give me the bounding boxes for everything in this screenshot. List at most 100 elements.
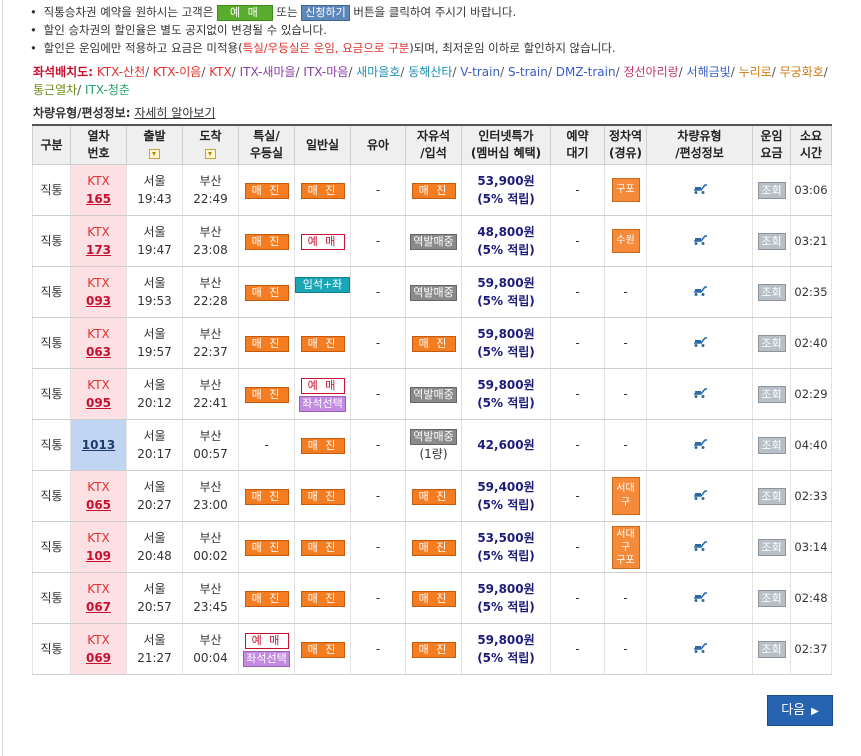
fare-lookup-button[interactable]: 조회 [757,488,786,505]
seat-layout-link[interactable]: ITX-청춘 [85,83,130,97]
cell-train-no: KTX 069 [70,623,127,675]
train-number-link[interactable]: 165 [86,192,111,206]
seat-layout-link[interactable]: 통근열차 [33,83,77,97]
seat-layout-link[interactable]: 동해산타 [408,65,452,79]
cell-car-type [646,623,753,675]
waitlist-text: - [575,591,580,605]
seat-layout-link[interactable]: 새마을호 [356,65,400,79]
fare-lookup-button[interactable]: 조회 [757,284,786,301]
cell-depart: 서울 20:48 [126,521,183,573]
stop-station-button[interactable]: 서대구 구포 [611,525,640,569]
cell-special: 매 진 [238,317,295,369]
sort-icon[interactable] [205,148,216,159]
cell-car-type [646,572,753,624]
depart-time-text: 21:27 [137,651,172,665]
train-brand-text: KTX [87,327,110,341]
train-number-link[interactable]: 173 [86,243,111,257]
seat-layout-link[interactable]: KTX-이음 [153,65,201,79]
train-type-text: 직통 [40,336,63,350]
train-car-icon[interactable] [692,589,708,603]
reserve-sample-button[interactable]: 예 매 [216,4,273,21]
cell-fare: 조회 [752,164,791,216]
cell-arrive: 부산 23:00 [182,470,239,522]
train-car-icon[interactable] [692,436,708,450]
stop-station-button[interactable]: 서대구 [611,477,640,515]
train-number-link[interactable]: 063 [86,345,111,359]
train-brand-text: KTX [87,582,110,596]
sold-out-badge: 매 진 [300,489,345,505]
cell-train-no: KTX 063 [70,317,127,369]
fare-lookup-button[interactable]: 조회 [757,233,786,250]
seat-layout-link[interactable]: 무궁화호 [780,65,824,79]
reserve-button[interactable]: 예 매 [300,378,345,394]
seat-layout-link[interactable]: ITX-마음 [303,65,348,79]
sort-icon[interactable] [149,148,160,159]
apply-sample-button[interactable]: 신청하기 [301,4,350,21]
header-stops: 정차역 (경유) [604,124,647,165]
seat-layout-link[interactable]: ITX-새마을 [240,65,296,79]
train-number-link[interactable]: 069 [86,651,111,665]
infant-text: - [375,387,381,401]
train-car-icon[interactable] [692,385,708,399]
depart-time-text: 20:48 [137,549,172,563]
fare-lookup-button[interactable]: 조회 [757,641,786,658]
cell-special: 매 진 [238,215,295,267]
cell-train-no: KTX 065 [70,470,127,522]
fare-lookup-button[interactable]: 조회 [757,539,786,556]
fare-lookup-button[interactable]: 조회 [757,335,786,352]
depart-time-text: 19:43 [137,192,172,206]
car-info-more-link[interactable]: 자세히 알아보기 [134,106,215,120]
cell-car-type [646,266,753,318]
stop-station-button[interactable]: 수원 [611,229,640,253]
cell-arrive: 부산 00:02 [182,521,239,573]
cell-waitlist: - [550,368,605,420]
standing-seat-button[interactable]: 입석+좌석 [295,277,350,305]
fare-lookup-button[interactable]: 조회 [757,437,786,454]
train-type-text: 직통 [40,285,63,299]
seat-layout-link[interactable]: DMZ-train [556,65,616,79]
seat-layout-link[interactable]: V-train [460,65,500,79]
train-car-icon[interactable] [692,640,708,654]
cell-general: 매 진 [294,419,351,471]
seat-layout-link[interactable]: S-train [508,65,548,79]
reserve-button[interactable]: 예 매 [300,234,345,250]
cell-car-type [646,470,753,522]
waitlist-text: - [575,489,580,503]
train-number-link[interactable]: 1013 [82,438,115,452]
seat-layout-link[interactable]: 누리로 [739,65,772,79]
train-car-icon[interactable] [692,538,708,552]
train-number-link[interactable]: 065 [86,498,111,512]
stop-station-button[interactable]: 구포 [611,178,640,202]
reserve-button[interactable]: 예 매 [244,633,289,649]
fare-lookup-button[interactable]: 조회 [757,590,786,607]
seat-layout-link[interactable]: KTX [209,65,232,79]
table-row: 직통 KTX 173 서울 19:47 부산 23:08 매 진예 매 - 역발매중 48,800원… [32,215,832,267]
train-number-link[interactable]: 067 [86,600,111,614]
sold-out-badge: 매 진 [244,234,289,250]
seat-layout-link[interactable]: 정선아리랑 [623,65,678,79]
seat-layout-link[interactable]: 서해금빛 [687,65,731,79]
train-number-link[interactable]: 093 [86,294,111,308]
header-arrive[interactable]: 도착 [182,124,239,165]
sold-out-badge: 매 진 [411,489,456,505]
train-car-icon[interactable] [692,232,708,246]
cell-duration: 02:40 [790,317,832,369]
fare-lookup-button[interactable]: 조회 [757,182,786,199]
seat-layout-link[interactable]: KTX-산천 [97,65,145,79]
train-car-icon[interactable] [692,487,708,501]
link-separator: / [295,65,300,79]
duration-text: 02:48 [794,591,828,605]
header-depart[interactable]: 출발 [126,124,183,165]
train-number-link[interactable]: 095 [86,396,111,410]
train-car-icon[interactable] [692,181,708,195]
fare-lookup-button[interactable]: 조회 [757,386,786,403]
train-car-icon[interactable] [692,334,708,348]
seat-select-button[interactable]: 좌석선택 [299,396,346,412]
seat-select-button[interactable]: 좌석선택 [243,651,290,667]
link-separator: / [678,65,683,79]
arrive-station-text: 부산 [199,174,222,188]
cell-duration: 02:37 [790,623,832,675]
train-number-link[interactable]: 109 [86,549,111,563]
next-button[interactable]: 다음 ▶ [767,695,833,726]
train-car-icon[interactable] [692,283,708,297]
